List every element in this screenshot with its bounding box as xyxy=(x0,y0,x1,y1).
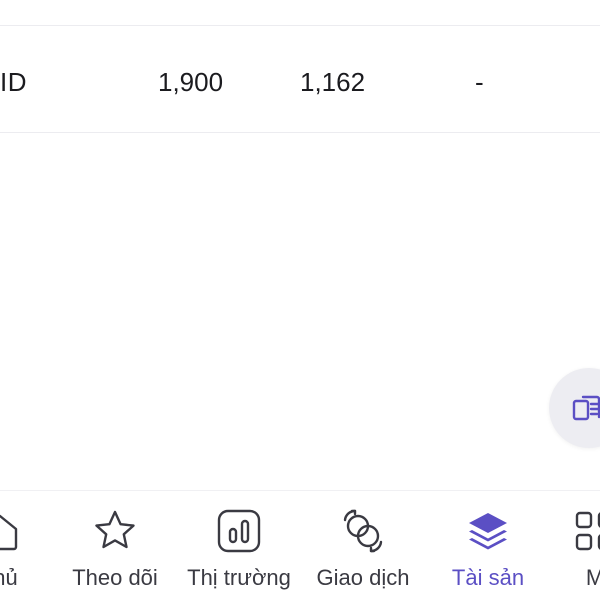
layers-icon xyxy=(469,513,507,550)
floating-action-button[interactable] xyxy=(549,368,600,448)
bottom-tab-bar: chủ Theo dõi Thị trường xyxy=(0,490,600,600)
tab-market[interactable]: Thị trường xyxy=(176,491,302,600)
tab-home-label: chủ xyxy=(0,565,18,590)
star-icon xyxy=(95,510,135,549)
tab-home[interactable]: chủ xyxy=(0,491,55,600)
tab-assets-label: Tài sản xyxy=(451,565,525,590)
swap-screen-icon xyxy=(572,395,600,421)
grid-icon xyxy=(575,511,600,551)
tab-trade-label: Giao dịch xyxy=(316,565,410,590)
tab-more[interactable]: M xyxy=(555,491,600,600)
tab-assets[interactable]: Tài sản xyxy=(430,491,546,600)
bar-chart-icon xyxy=(217,509,261,553)
tab-market-label: Thị trường xyxy=(187,565,291,590)
exchange-icon xyxy=(343,509,383,553)
row-value-1: 1,900 xyxy=(158,67,224,97)
tab-watchlist[interactable]: Theo dõi xyxy=(58,491,172,600)
table-row[interactable]: ID 1,900 1,162 - xyxy=(0,26,600,132)
row-value-2: 1,162 xyxy=(300,67,366,97)
tab-trade[interactable]: Giao dịch xyxy=(304,491,422,600)
row-divider xyxy=(0,132,600,133)
home-icon xyxy=(0,514,18,551)
assets-screen: ID 1,900 1,162 - chủ Theo dõi xyxy=(0,0,600,600)
tab-more-label: M xyxy=(585,565,600,590)
tab-watchlist-label: Theo dõi xyxy=(72,565,158,590)
row-value-3: - xyxy=(475,67,484,97)
row-symbol: ID xyxy=(0,67,27,97)
